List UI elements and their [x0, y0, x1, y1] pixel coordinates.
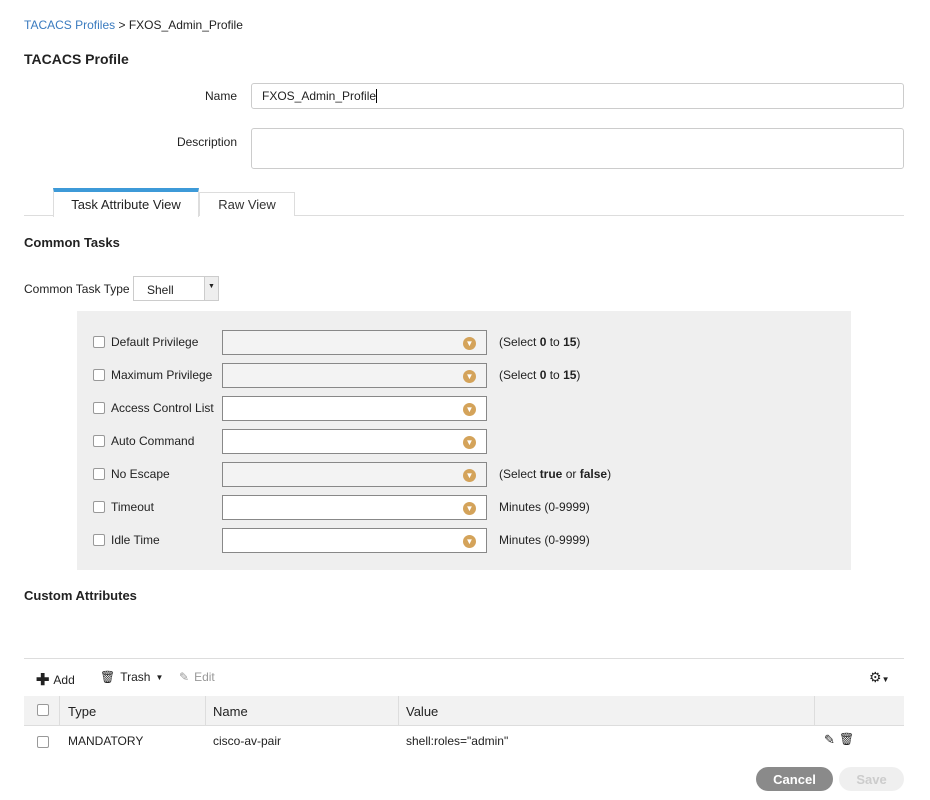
- chevron-down-icon: ▼: [463, 469, 476, 482]
- cancel-button[interactable]: Cancel: [756, 767, 833, 791]
- caret-down-icon: ▼: [204, 277, 218, 300]
- gear-icon: ⚙: [869, 669, 882, 685]
- trash-dropdown-button[interactable]: 🗑 Trash ▼: [100, 670, 163, 684]
- task-value-dropdown[interactable]: ▼: [222, 495, 487, 520]
- task-value-dropdown[interactable]: ▼: [222, 429, 487, 454]
- custom-attributes-heading: Custom Attributes: [24, 588, 137, 603]
- chevron-down-icon: ▼: [463, 403, 476, 416]
- select-all-checkbox[interactable]: [37, 704, 49, 716]
- chevron-down-icon: ▼: [463, 436, 476, 449]
- breadcrumb-current: FXOS_Admin_Profile: [128, 18, 243, 32]
- hint-text: (Select 0 to 15): [499, 368, 581, 382]
- chevron-down-icon: ▼: [463, 535, 476, 548]
- common-task-row: Timeout ▼ Minutes (0-9999): [77, 495, 851, 520]
- chevron-down-icon: ▼: [463, 370, 476, 383]
- task-label: Default Privilege: [111, 335, 199, 349]
- name-input[interactable]: FXOS_Admin_Profile: [251, 83, 904, 109]
- edit-label: Edit: [194, 670, 215, 684]
- add-button[interactable]: ✚ Add: [36, 670, 75, 690]
- common-tasks-heading: Common Tasks: [24, 235, 120, 250]
- task-label: Auto Command: [111, 434, 195, 448]
- task-value-dropdown[interactable]: ▼: [222, 528, 487, 553]
- name-input-value: FXOS_Admin_Profile: [262, 89, 377, 103]
- add-label: Add: [53, 673, 75, 687]
- task-value-dropdown[interactable]: ▼: [222, 396, 487, 421]
- save-button[interactable]: Save: [839, 767, 904, 791]
- cell-type: MANDATORY: [68, 734, 144, 748]
- hint-text: (Select 0 to 15): [499, 335, 581, 349]
- common-tasks-panel: Default Privilege ▼ (Select 0 to 15) Maximu…: [77, 311, 851, 570]
- caret-down-icon: ▼: [155, 672, 164, 682]
- task-value-dropdown[interactable]: ▼: [222, 330, 487, 355]
- table-row: MANDATORY cisco-av-pair shell:roles="adm…: [24, 728, 904, 754]
- breadcrumb-separator: >: [118, 18, 126, 32]
- hint-text: (Select true or false): [499, 467, 612, 481]
- divider: [24, 658, 904, 659]
- breadcrumb-link-tacacs-profiles[interactable]: TACACS Profiles: [24, 18, 115, 32]
- common-task-type-label: Common Task Type: [24, 282, 130, 296]
- task-label: Idle Time: [111, 533, 160, 547]
- task-checkbox[interactable]: [93, 534, 105, 546]
- settings-gear-dropdown[interactable]: ⚙▼: [869, 669, 889, 686]
- edit-button[interactable]: ✎ Edit: [179, 670, 215, 684]
- breadcrumb: TACACS Profiles > FXOS_Admin_Profile: [24, 18, 243, 32]
- row-edit-icon[interactable]: ✎: [824, 732, 835, 748]
- table-header: Type Name Value: [24, 696, 904, 726]
- plus-icon: ✚: [36, 672, 50, 689]
- common-task-row: Access Control List ▼: [77, 396, 851, 421]
- description-label: Description: [176, 135, 237, 149]
- chevron-down-icon: ▼: [463, 337, 476, 350]
- task-label: Maximum Privilege: [111, 368, 213, 382]
- column-header-name[interactable]: Name: [213, 704, 248, 719]
- common-task-row: Default Privilege ▼ (Select 0 to 15): [77, 330, 851, 355]
- task-checkbox[interactable]: [93, 369, 105, 381]
- task-label: Timeout: [111, 500, 154, 514]
- task-label: Access Control List: [111, 401, 214, 415]
- chevron-down-icon: ▼: [463, 502, 476, 515]
- column-header-type[interactable]: Type: [68, 704, 96, 719]
- tab-raw-view[interactable]: Raw View: [199, 192, 295, 216]
- trash-icon: 🗑: [100, 670, 116, 684]
- row-checkbox[interactable]: [37, 736, 49, 748]
- page-title: TACACS Profile: [24, 51, 129, 67]
- task-checkbox[interactable]: [93, 435, 105, 447]
- task-label: No Escape: [111, 467, 170, 481]
- task-checkbox[interactable]: [93, 468, 105, 480]
- description-input[interactable]: [251, 128, 904, 169]
- caret-down-icon: ▼: [881, 675, 890, 684]
- hint-text: Minutes (0-9999): [499, 533, 590, 547]
- task-checkbox[interactable]: [93, 336, 105, 348]
- hint-text: Minutes (0-9999): [499, 500, 590, 514]
- common-task-row: No Escape ▼ (Select true or false): [77, 462, 851, 487]
- cell-value: shell:roles="admin": [406, 734, 509, 748]
- cell-name: cisco-av-pair: [213, 734, 282, 748]
- task-checkbox[interactable]: [93, 402, 105, 414]
- task-value-dropdown[interactable]: ▼: [222, 363, 487, 388]
- common-task-row: Auto Command ▼: [77, 429, 851, 454]
- task-value-dropdown[interactable]: ▼: [222, 462, 487, 487]
- common-task-type-value: Shell: [147, 283, 174, 297]
- row-trash-icon[interactable]: 🗑: [839, 732, 854, 746]
- name-label: Name: [204, 89, 237, 103]
- common-task-type-select[interactable]: Shell ▼: [133, 276, 219, 301]
- tab-task-attribute-view[interactable]: Task Attribute View: [53, 188, 199, 217]
- column-header-value[interactable]: Value: [406, 704, 438, 719]
- task-checkbox[interactable]: [93, 501, 105, 513]
- common-task-row: Maximum Privilege ▼ (Select 0 to 15): [77, 363, 851, 388]
- trash-label: Trash: [120, 670, 151, 684]
- common-task-row: Idle Time ▼ Minutes (0-9999): [77, 528, 851, 553]
- edit-icon: ✎: [179, 670, 190, 684]
